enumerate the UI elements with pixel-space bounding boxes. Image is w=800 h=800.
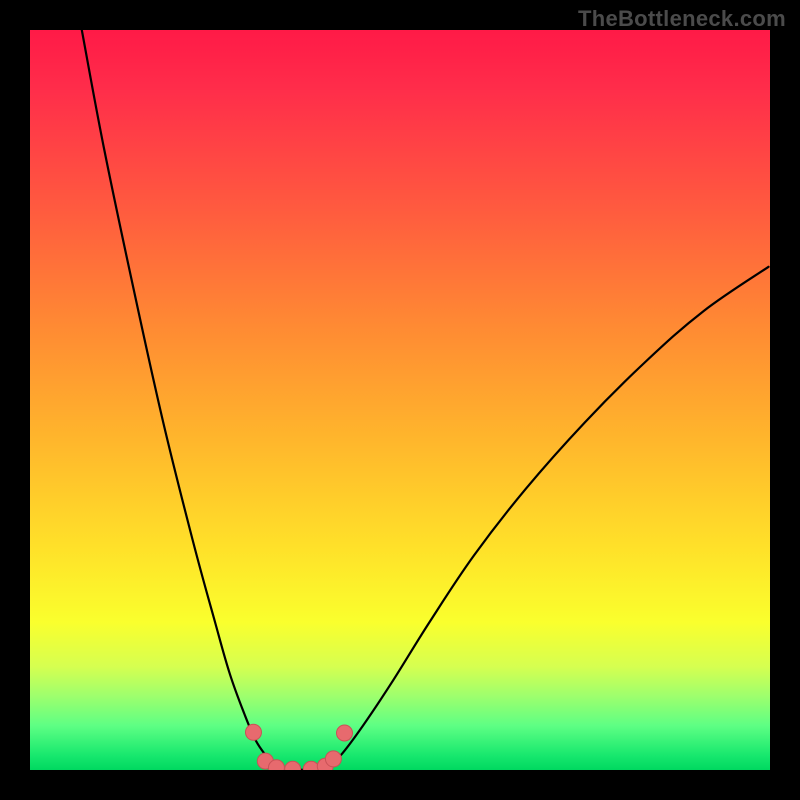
curve-svg xyxy=(30,30,770,770)
watermark-text: TheBottleneck.com xyxy=(578,6,786,32)
curve-markers xyxy=(245,724,352,770)
curve-marker xyxy=(245,724,261,740)
curve-marker xyxy=(337,725,353,741)
curve-marker xyxy=(285,761,301,770)
bottleneck-curve xyxy=(82,30,769,770)
curve-marker xyxy=(325,751,341,767)
plot-area xyxy=(30,30,770,770)
chart-frame: TheBottleneck.com xyxy=(0,0,800,800)
